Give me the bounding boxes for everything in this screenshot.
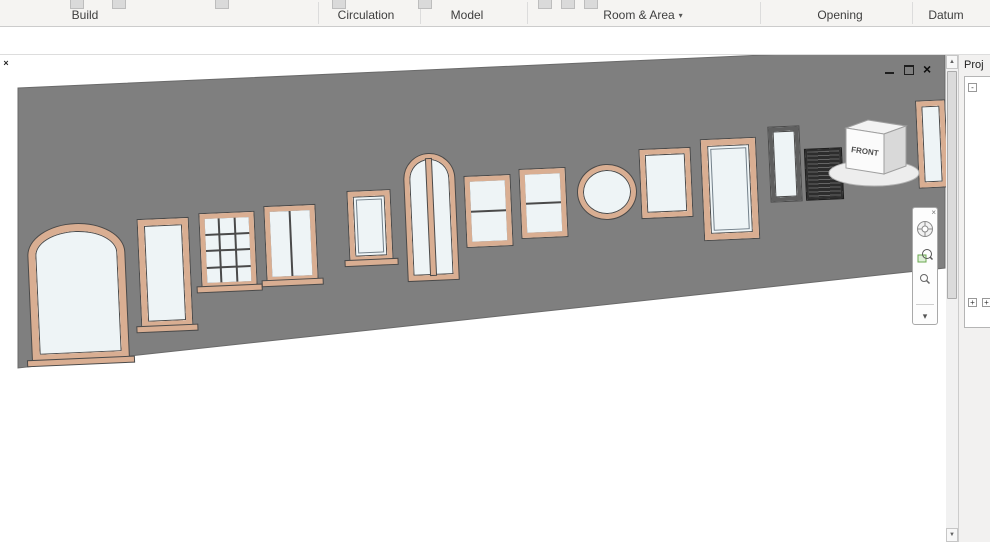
ribbon-panel-room-area[interactable]: Room & Area ▾ <box>603 8 682 22</box>
window-pane <box>206 251 221 267</box>
window-pane <box>205 234 220 250</box>
viewport-vertical-scrollbar[interactable]: ▲ ▼ <box>946 55 958 542</box>
window-pane <box>524 173 561 203</box>
project-browser-panel: Proj - + + <box>958 55 990 542</box>
grid-window[interactable] <box>197 211 262 293</box>
hidden-panel-close-tab[interactable]: × <box>1 57 11 69</box>
window-pane <box>206 267 221 283</box>
window-mullion <box>425 158 437 276</box>
window-pane <box>526 203 563 233</box>
window-pane <box>269 211 292 277</box>
navigation-bar: × ▾ <box>912 207 938 325</box>
window-sill <box>262 278 323 287</box>
tree-expand-icon[interactable]: + <box>968 298 977 307</box>
restore-button[interactable] <box>904 63 915 75</box>
window-pane <box>236 250 251 266</box>
minimize-button[interactable] <box>885 63 896 75</box>
ribbon-panel-circulation[interactable]: Circulation <box>338 8 395 22</box>
restore-icon <box>904 65 914 75</box>
ribbon-separator <box>318 2 319 24</box>
ribbon-toolbar-icon[interactable] <box>538 0 552 9</box>
window-pane <box>222 267 237 283</box>
view-window-controls: × <box>885 62 934 77</box>
viewcube-right-face[interactable] <box>883 125 907 175</box>
ribbon-panel-datum[interactable]: Datum <box>928 8 963 22</box>
tree-expand-icon[interactable]: + <box>982 298 990 307</box>
fixed-window-b[interactable] <box>700 137 760 241</box>
tall-window[interactable] <box>137 217 198 333</box>
window-pane <box>204 218 219 234</box>
window-panes <box>469 180 508 242</box>
tree-collapse-icon[interactable]: - <box>968 83 977 92</box>
ribbon-separator <box>912 2 913 24</box>
close-button[interactable]: × <box>923 62 934 76</box>
ribbon: Build Circulation Model Room & Area ▾ Opening… <box>0 0 990 27</box>
steering-wheel-icon[interactable] <box>916 220 934 238</box>
arched-window[interactable] <box>27 221 135 367</box>
viewport-canvas <box>8 55 946 542</box>
scroll-up-button[interactable]: ▲ <box>946 55 958 69</box>
zoom-region-icon[interactable] <box>917 248 934 264</box>
window-pane <box>221 250 236 266</box>
window-pane <box>220 234 235 250</box>
ribbon-toolbar-icon[interactable] <box>561 0 575 9</box>
navbar-divider <box>916 304 934 305</box>
project-browser-tree[interactable]: - + + <box>964 76 990 328</box>
ribbon-toolbar-icon[interactable] <box>418 0 432 9</box>
window-pane <box>471 211 508 242</box>
ribbon-separator <box>527 2 528 24</box>
arched-double-window[interactable] <box>403 152 459 282</box>
single-window[interactable] <box>345 190 398 267</box>
window-pane <box>219 217 234 233</box>
application-window: Build Circulation Model Room & Area ▾ Opening… <box>0 0 990 542</box>
window-pane <box>469 180 506 211</box>
window-inner-pane <box>355 198 385 254</box>
window-pane <box>235 217 250 233</box>
navbar-close-button[interactable]: × <box>931 208 936 217</box>
ribbon-panel-build[interactable]: Build <box>72 8 99 22</box>
fixed-window-a[interactable] <box>639 147 693 219</box>
window-pane <box>237 266 252 282</box>
ribbon-panel-opening[interactable]: Opening <box>817 8 862 22</box>
window-panes <box>524 173 563 233</box>
scroll-down-button[interactable]: ▼ <box>946 528 958 542</box>
window-panes <box>204 217 252 283</box>
window-panes <box>269 210 313 277</box>
viewcube[interactable]: FRONT <box>820 113 930 193</box>
window-pane <box>235 233 250 249</box>
window-sill <box>345 258 398 267</box>
double-casement-window[interactable] <box>262 204 323 287</box>
window-sill <box>197 284 262 293</box>
window-sill <box>137 324 198 333</box>
round-window[interactable] <box>576 163 638 221</box>
navbar-dropdown-arrow[interactable]: ▾ <box>913 310 937 322</box>
double-hung-window-b[interactable] <box>519 168 568 238</box>
scrollbar-thumb[interactable] <box>947 71 957 299</box>
project-browser-title: Proj <box>964 59 984 71</box>
ribbon-toolbar-icon[interactable] <box>112 0 126 9</box>
double-hung-window-a[interactable] <box>464 175 513 247</box>
window-sill <box>27 356 135 367</box>
drawing-area[interactable]: FRONT × × ▾ <box>8 55 946 542</box>
window-inner-pane <box>710 147 750 231</box>
ribbon-separator <box>760 2 761 24</box>
dropdown-arrow-icon: ▾ <box>678 11 683 20</box>
minimize-icon <box>885 72 894 74</box>
dark-frame-window[interactable] <box>768 126 802 202</box>
ribbon-panel-model[interactable]: Model <box>451 8 484 22</box>
magnifier-icon[interactable] <box>919 272 931 285</box>
window-pane <box>290 210 313 276</box>
ribbon-toolbar-icon[interactable] <box>215 0 229 9</box>
ribbon-toolbar-icon[interactable] <box>584 0 598 9</box>
